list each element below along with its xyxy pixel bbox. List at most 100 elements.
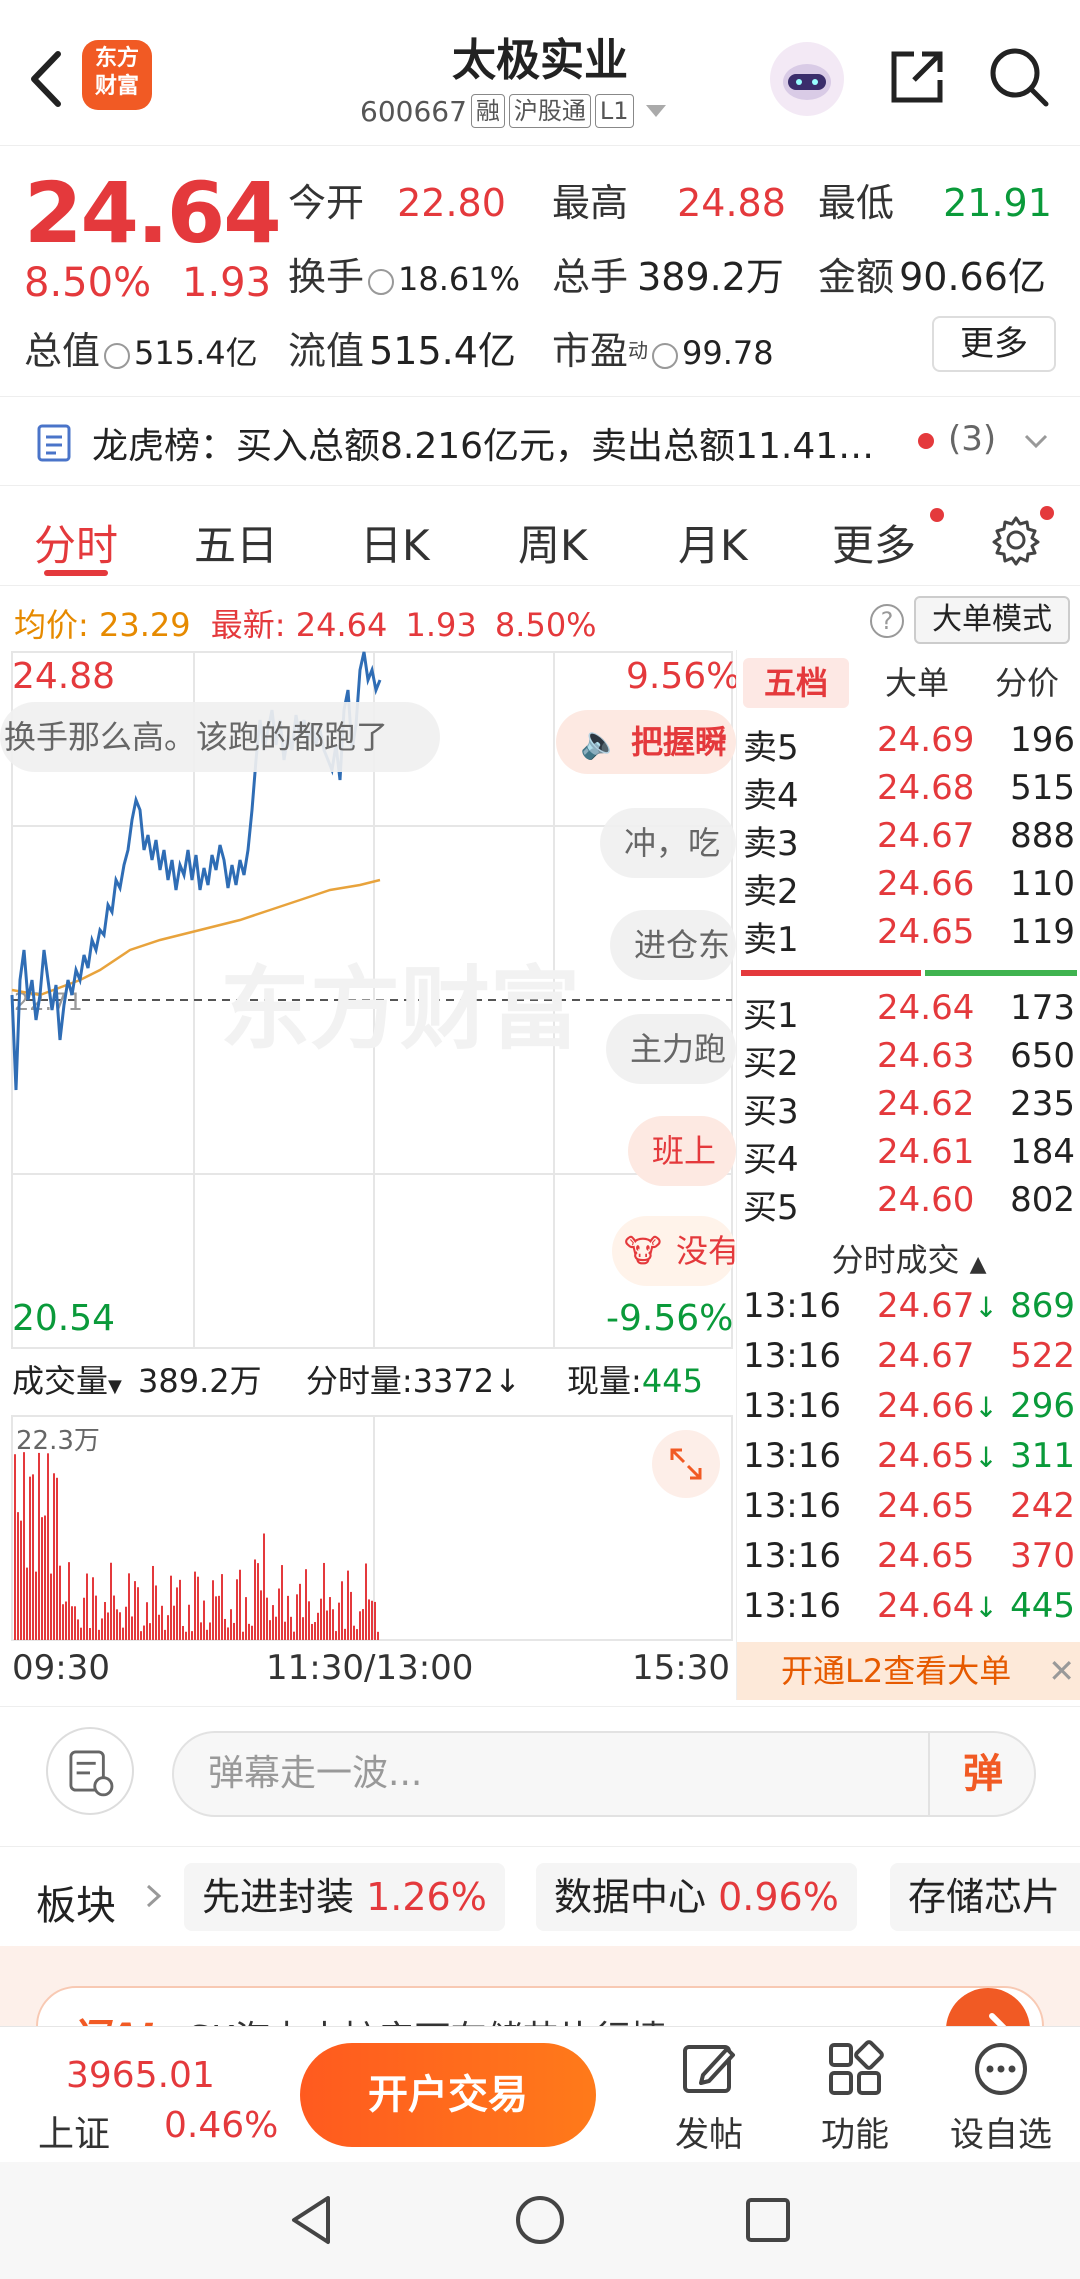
volume-max-label: 22.3万 [16, 1426, 100, 1456]
current-price: 24.64 [24, 164, 282, 262]
function-button[interactable]: 功能 [800, 2037, 910, 2157]
pct-axis-top: 9.56% [626, 656, 741, 697]
volume-bar [59, 1565, 61, 1640]
volume-bar [164, 1629, 166, 1640]
danmu-bubble[interactable]: 主力跑 [606, 1014, 736, 1084]
nav-home-icon[interactable] [510, 2190, 570, 2250]
more-button[interactable]: 更多 [932, 316, 1056, 372]
tab-five-day[interactable]: 五日 [194, 512, 278, 573]
market-cap-field[interactable]: 总值 515.4亿 [24, 320, 258, 375]
info-icon[interactable] [368, 268, 395, 295]
caret-down-icon[interactable]: ▼ [108, 1376, 122, 1397]
dragon-tiger-bar[interactable]: 龙虎榜：买入总额8.216亿元，卖出总额11.41… (3) [0, 396, 1080, 486]
trade-row: 13:16 24.67 522 [743, 1336, 1075, 1376]
volume-bar [287, 1595, 289, 1640]
turnover-field[interactable]: 换手 18.61% [288, 246, 520, 301]
sector-chip[interactable]: 数据中心 0.96% [536, 1863, 857, 1931]
danmu-input[interactable]: 弹幕走一波... [172, 1731, 1036, 1817]
volume-bar [263, 1533, 265, 1640]
danmu-bubble[interactable]: 冲，吃 [600, 808, 736, 878]
float-cap-field: 流值 515.4亿 [288, 329, 516, 373]
volume-bar [98, 1629, 100, 1640]
active-tab-indicator [44, 570, 108, 576]
tab-big-orders[interactable]: 大单 [867, 658, 967, 708]
tab-price-dist[interactable]: 分价 [977, 658, 1077, 708]
volume-bar [230, 1609, 232, 1640]
bottom-toolbar: 3965.01 上证 0.46% 开户交易 发帖 功能 设自选 [0, 2026, 1080, 2162]
big-order-mode-button[interactable]: 大单模式 [914, 596, 1070, 644]
sector-chip[interactable]: 存储芯片 [890, 1863, 1080, 1931]
more-dots-icon [975, 2043, 1027, 2095]
volume-bar [317, 1612, 319, 1640]
ai-promo-card[interactable]: 问AI SK海力士扩产下存储芯片行情 [36, 1986, 1044, 2026]
volume-bar [101, 1618, 103, 1640]
danmu-bubble[interactable]: 班上 [628, 1116, 736, 1186]
volume-bar [218, 1595, 220, 1640]
tab-daily-k[interactable]: 日K [360, 512, 430, 573]
trade-row: 13:16 24.64↓ 445 [743, 1586, 1075, 1626]
danmu-bubble-promo[interactable]: 🔈 把握瞬 [556, 710, 736, 774]
close-icon[interactable]: ✕ [1048, 1642, 1075, 1700]
settings-gear-icon[interactable] [990, 514, 1042, 566]
volume-bar [149, 1623, 151, 1640]
danmu-bubble[interactable]: 🐮 没有 [612, 1216, 736, 1286]
volume-bar [242, 1631, 244, 1640]
volume-bar [296, 1594, 298, 1640]
volume-bar [128, 1573, 130, 1640]
l2-upgrade-banner[interactable]: 开通L2查看大单 ✕ [737, 1642, 1080, 1700]
help-icon[interactable]: ? [870, 604, 904, 638]
dragon-count: (3) [948, 419, 997, 459]
stock-code-line[interactable]: 600667 融 沪股通 L1 [360, 94, 666, 128]
y-axis-top: 24.88 [12, 656, 116, 697]
tab-monthly-k[interactable]: 月K [678, 512, 748, 573]
share-icon[interactable] [884, 44, 950, 110]
volume-select[interactable]: 成交量 [12, 1362, 108, 1400]
bid-row: 买1 24.64 173 [743, 988, 1075, 1036]
tab-intraday[interactable]: 分时 [34, 512, 118, 573]
volume-bar [191, 1631, 193, 1640]
ai-robot-icon[interactable] [770, 42, 844, 116]
volume-bar [140, 1631, 142, 1640]
volume-bar [266, 1597, 268, 1640]
volume-bar [188, 1604, 190, 1640]
tab-weekly-k[interactable]: 周K [518, 512, 588, 573]
volume-bar [371, 1600, 373, 1640]
open-account-trade-button[interactable]: 开户交易 [300, 2043, 596, 2147]
danmu-send-button[interactable]: 弹 [928, 1731, 1036, 1817]
sector-chip[interactable]: 先进封装 1.26% [184, 1863, 505, 1931]
ai-promo-banner[interactable]: 问AI SK海力士扩产下存储芯片行情 [0, 1946, 1080, 2026]
nav-back-icon[interactable] [282, 2190, 342, 2250]
info-icon[interactable] [104, 342, 131, 369]
nav-recents-icon[interactable] [738, 2190, 798, 2250]
post-button[interactable]: 发帖 [654, 2037, 764, 2157]
volume-bar [353, 1625, 355, 1640]
add-watchlist-button[interactable]: 设自选 [946, 2037, 1056, 2157]
volume-bar [329, 1597, 331, 1640]
volume-bar [365, 1563, 367, 1640]
trade-row: 13:16 24.67↓ 869 [743, 1286, 1075, 1326]
danmu-bubble[interactable]: 换手那么高。该跑的都跑了 [0, 702, 440, 772]
danmu-bubble[interactable]: 进仓东 [610, 910, 736, 980]
expand-icon[interactable] [652, 1430, 720, 1498]
sector-label[interactable]: 板块 [36, 1873, 116, 1931]
volume-bar [32, 1474, 34, 1640]
chart-canvas[interactable]: 东方财富 22.71 [0, 650, 736, 1700]
trades-header[interactable]: 分时成交 ▲ [737, 1236, 1080, 1284]
badge-dot [1040, 506, 1054, 520]
pe-field[interactable]: 市盈动 99.78 [552, 320, 774, 375]
volume-bar [320, 1598, 322, 1640]
tag-level: L1 [594, 94, 634, 128]
tab-five-levels[interactable]: 五档 [743, 658, 849, 708]
arrow-right-icon[interactable] [946, 1988, 1030, 2026]
volume-bar [224, 1618, 226, 1640]
back-arrow-icon[interactable] [22, 44, 72, 114]
danmu-settings-icon[interactable] [46, 1727, 134, 1815]
volume-bar [65, 1601, 67, 1640]
chevron-right-icon[interactable] [142, 1881, 166, 1911]
intraday-chart[interactable]: 东方财富 22.71 24.88 9.56% 20.54 -9.56% 换手那么… [0, 650, 740, 1700]
volume-bar [308, 1601, 310, 1640]
search-icon[interactable] [986, 44, 1052, 110]
volume-bar [182, 1625, 184, 1640]
tab-more[interactable]: 更多 [832, 512, 916, 573]
info-icon[interactable] [652, 342, 679, 369]
